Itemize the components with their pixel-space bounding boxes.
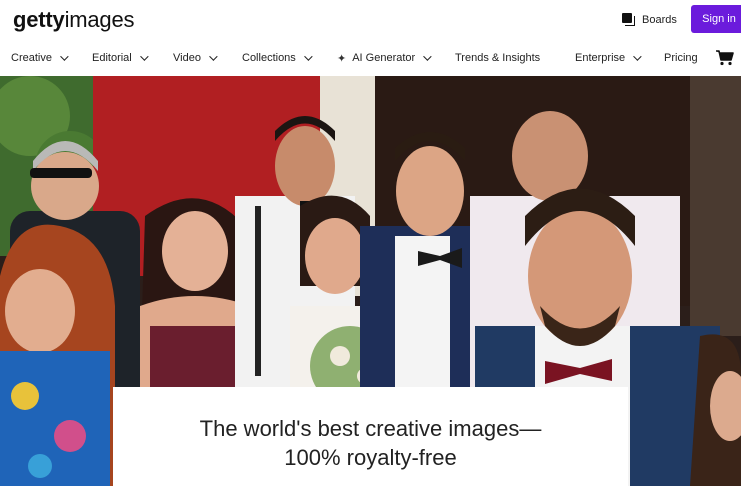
hero-headline-line1: The world's best creative images—: [199, 416, 542, 441]
nav-enterprise-label: Enterprise: [575, 52, 626, 64]
sign-in-button[interactable]: Sign in: [691, 5, 741, 33]
sparkle-icon: ✦: [337, 52, 347, 65]
nav-editorial[interactable]: Editorial: [92, 40, 149, 76]
nav-pricing[interactable]: Pricing: [664, 40, 698, 76]
chevron-down-icon: [303, 52, 313, 61]
boards-label: Boards: [642, 14, 677, 26]
nav-editorial-label: Editorial: [92, 52, 132, 64]
nav-creative-label: Creative: [11, 52, 52, 64]
main-nav: Creative Editorial Video Collections ✦ AI…: [0, 40, 741, 76]
nav-ai-generator-label: AI Generator: [352, 52, 416, 64]
hero-headline-line2: 100% royalty-free: [284, 445, 457, 470]
chevron-down-icon: [60, 52, 69, 61]
top-bar: gettyimages Boards Sign in: [0, 0, 741, 40]
nav-creative[interactable]: Creative: [11, 40, 69, 76]
boards-icon: [622, 13, 636, 27]
chevron-down-icon: [139, 52, 149, 61]
logo-normal-text: images: [64, 7, 135, 32]
chevron-down-icon: [423, 52, 432, 61]
nav-enterprise[interactable]: Enterprise: [575, 40, 642, 76]
nav-video[interactable]: Video: [173, 40, 218, 76]
logo-bold-text: getty: [13, 7, 65, 32]
nav-trends-label: Trends & Insights: [455, 52, 541, 64]
nav-trends-insights[interactable]: Trends & Insights: [455, 40, 540, 76]
hero-image: The world's best creative images— 100% r…: [0, 76, 741, 486]
nav-collections[interactable]: Collections: [242, 40, 313, 76]
nav-pricing-label: Pricing: [664, 52, 698, 64]
nav-ai-generator[interactable]: ✦ AI Generator: [337, 40, 432, 76]
headline-card: The world's best creative images— 100% r…: [113, 387, 628, 486]
chevron-down-icon: [209, 52, 218, 61]
nav-collections-label: Collections: [242, 52, 296, 64]
gettyimages-logo[interactable]: gettyimages: [13, 7, 134, 33]
boards-link[interactable]: Boards: [622, 9, 677, 31]
nav-video-label: Video: [173, 52, 201, 64]
cart-icon[interactable]: [716, 50, 734, 66]
chevron-down-icon: [633, 52, 642, 61]
hero-headline: The world's best creative images— 100% r…: [113, 414, 628, 472]
